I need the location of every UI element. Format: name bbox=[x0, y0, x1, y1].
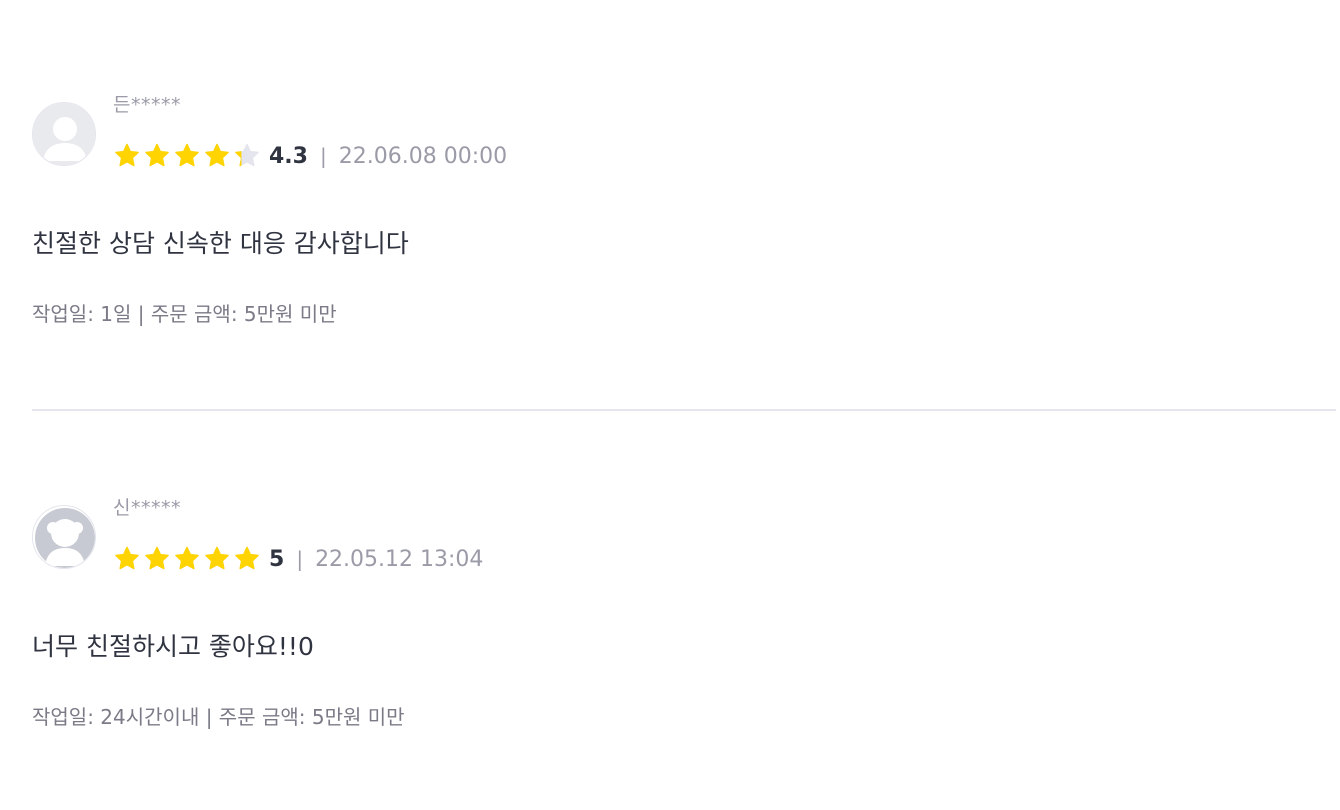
star-icon bbox=[143, 545, 171, 573]
rating-divider: | bbox=[296, 547, 304, 571]
rating-row: 4.3 | 22.06.08 00:00 bbox=[113, 140, 507, 172]
review-comment: 너무 친절하시고 좋아요!!0 bbox=[32, 632, 314, 661]
review-date: 22.05.12 13:04 bbox=[315, 546, 484, 572]
star-icon bbox=[233, 142, 261, 170]
review-comment: 친절한 상담 신속한 대응 감사합니다 bbox=[32, 229, 409, 258]
star-icon bbox=[113, 545, 141, 573]
star-icon bbox=[203, 545, 231, 573]
user-avatar-icon bbox=[32, 505, 96, 569]
review-order-info: 작업일: 1일 | 주문 금액: 5만원 미만 bbox=[32, 302, 337, 326]
reviewer-username: 신***** bbox=[113, 497, 181, 519]
reviewer-username: 든***** bbox=[113, 94, 181, 116]
review-header: 신***** 5 | 22.05.12 13:04 bbox=[32, 495, 1336, 585]
rating-score: 4.3 bbox=[269, 143, 308, 169]
star-rating bbox=[113, 142, 263, 170]
review-divider bbox=[32, 409, 1336, 411]
star-icon bbox=[203, 142, 231, 170]
review-item: 든***** 4.3 | 22.06.08 00:00 친절한 상담 신속한 대… bbox=[32, 92, 1336, 326]
review-order-info: 작업일: 24시간이내 | 주문 금액: 5만원 미만 bbox=[32, 705, 405, 729]
star-icon bbox=[233, 545, 261, 573]
star-icon bbox=[173, 142, 201, 170]
star-icon bbox=[143, 142, 171, 170]
rating-row: 5 | 22.05.12 13:04 bbox=[113, 543, 483, 575]
review-item: 신***** 5 | 22.05.12 13:04 너무 친절하시고 좋아요!!… bbox=[32, 495, 1336, 729]
review-date: 22.06.08 00:00 bbox=[338, 143, 508, 169]
star-icon bbox=[113, 142, 141, 170]
rating-divider: | bbox=[319, 144, 327, 168]
star-icon bbox=[173, 545, 201, 573]
rating-score: 5 bbox=[269, 546, 285, 572]
user-avatar-icon bbox=[32, 102, 96, 166]
review-header: 든***** 4.3 | 22.06.08 00:00 bbox=[32, 92, 1336, 182]
star-rating bbox=[113, 545, 263, 573]
